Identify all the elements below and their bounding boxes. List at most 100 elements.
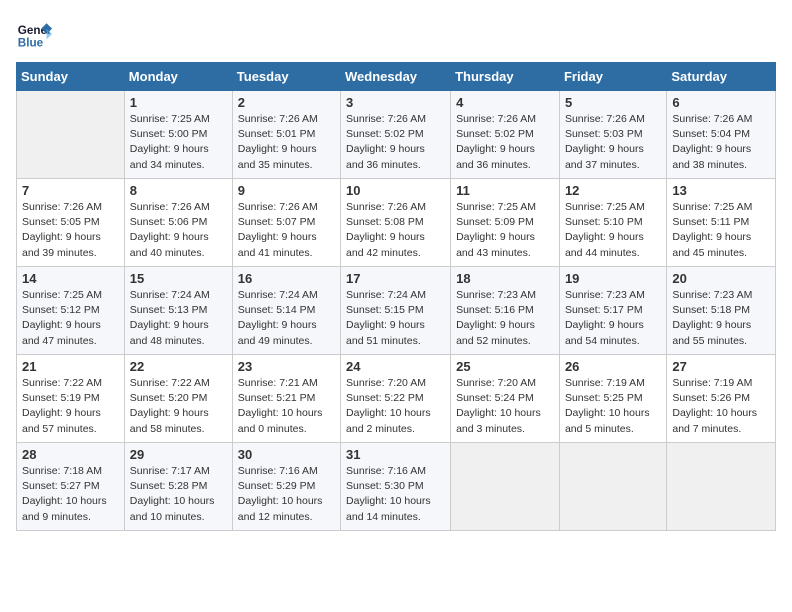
day-number: 2 [238,95,335,110]
calendar-cell: 9 Sunrise: 7:26 AM Sunset: 5:07 PM Daylig… [232,179,340,267]
day-detail: Sunrise: 7:24 AM Sunset: 5:15 PM Dayligh… [346,288,445,349]
day-detail: Sunrise: 7:24 AM Sunset: 5:13 PM Dayligh… [130,288,227,349]
day-number: 19 [565,271,661,286]
day-number: 13 [672,183,770,198]
day-detail: Sunrise: 7:23 AM Sunset: 5:18 PM Dayligh… [672,288,770,349]
calendar-cell: 10 Sunrise: 7:26 AM Sunset: 5:08 PM Dayli… [341,179,451,267]
calendar-cell: 26Sunrise: 7:19 AM Sunset: 5:25 PM Dayli… [559,355,666,443]
calendar-cell [559,443,666,531]
day-detail: Sunrise: 7:22 AM Sunset: 5:20 PM Dayligh… [130,376,227,437]
day-detail: Sunrise: 7:19 AM Sunset: 5:26 PM Dayligh… [672,376,770,437]
calendar-cell: 24 Sunrise: 7:20 AM Sunset: 5:22 PM Dayli… [341,355,451,443]
day-detail: Sunrise: 7:23 AM Sunset: 5:16 PM Dayligh… [456,288,554,349]
week-row-1: 1 Sunrise: 7:25 AM Sunset: 5:00 PM Daylig… [17,91,776,179]
day-number: 11 [456,183,554,198]
calendar-cell: 23 Sunrise: 7:21 AM Sunset: 5:21 PM Dayli… [232,355,340,443]
day-detail: Sunrise: 7:25 AM Sunset: 5:09 PM Dayligh… [456,200,554,261]
calendar-cell: 1 Sunrise: 7:25 AM Sunset: 5:00 PM Daylig… [124,91,232,179]
day-detail: Sunrise: 7:25 AM Sunset: 5:12 PM Dayligh… [22,288,119,349]
week-row-4: 21 Sunrise: 7:22 AM Sunset: 5:19 PM Dayli… [17,355,776,443]
calendar-cell: 7Sunrise: 7:26 AM Sunset: 5:05 PM Daylig… [17,179,125,267]
day-number: 6 [672,95,770,110]
calendar-cell: 17 Sunrise: 7:24 AM Sunset: 5:15 PM Dayli… [341,267,451,355]
day-detail: Sunrise: 7:26 AM Sunset: 5:02 PM Dayligh… [456,112,554,173]
calendar-cell: 16 Sunrise: 7:24 AM Sunset: 5:14 PM Dayli… [232,267,340,355]
calendar-cell: 8 Sunrise: 7:26 AM Sunset: 5:06 PM Daylig… [124,179,232,267]
col-header-friday: Friday [559,63,666,91]
page-header: General Blue [16,16,776,52]
day-number: 21 [22,359,119,374]
day-detail: Sunrise: 7:20 AM Sunset: 5:22 PM Dayligh… [346,376,445,437]
col-header-saturday: Saturday [667,63,776,91]
calendar-cell [451,443,560,531]
day-number: 15 [130,271,227,286]
calendar-cell: 14Sunrise: 7:25 AM Sunset: 5:12 PM Dayli… [17,267,125,355]
logo-icon: General Blue [16,16,52,52]
logo: General Blue [16,16,52,52]
calendar-cell: 21 Sunrise: 7:22 AM Sunset: 5:19 PM Dayli… [17,355,125,443]
day-number: 31 [346,447,445,462]
day-number: 5 [565,95,661,110]
calendar-cell: 25Sunrise: 7:20 AM Sunset: 5:24 PM Dayli… [451,355,560,443]
day-detail: Sunrise: 7:18 AM Sunset: 5:27 PM Dayligh… [22,464,119,525]
day-detail: Sunrise: 7:26 AM Sunset: 5:08 PM Dayligh… [346,200,445,261]
day-detail: Sunrise: 7:26 AM Sunset: 5:02 PM Dayligh… [346,112,445,173]
day-number: 10 [346,183,445,198]
week-row-3: 14Sunrise: 7:25 AM Sunset: 5:12 PM Dayli… [17,267,776,355]
day-detail: Sunrise: 7:26 AM Sunset: 5:07 PM Dayligh… [238,200,335,261]
calendar-cell: 30Sunrise: 7:16 AM Sunset: 5:29 PM Dayli… [232,443,340,531]
day-detail: Sunrise: 7:16 AM Sunset: 5:30 PM Dayligh… [346,464,445,525]
calendar-cell: 18 Sunrise: 7:23 AM Sunset: 5:16 PM Dayli… [451,267,560,355]
day-number: 26 [565,359,661,374]
calendar-cell: 3 Sunrise: 7:26 AM Sunset: 5:02 PM Daylig… [341,91,451,179]
day-number: 23 [238,359,335,374]
calendar-cell [667,443,776,531]
day-detail: Sunrise: 7:25 AM Sunset: 5:10 PM Dayligh… [565,200,661,261]
col-header-sunday: Sunday [17,63,125,91]
col-header-tuesday: Tuesday [232,63,340,91]
calendar-cell: 27Sunrise: 7:19 AM Sunset: 5:26 PM Dayli… [667,355,776,443]
day-detail: Sunrise: 7:25 AM Sunset: 5:00 PM Dayligh… [130,112,227,173]
day-number: 3 [346,95,445,110]
calendar-cell [17,91,125,179]
day-number: 24 [346,359,445,374]
day-number: 8 [130,183,227,198]
day-detail: Sunrise: 7:20 AM Sunset: 5:24 PM Dayligh… [456,376,554,437]
day-number: 4 [456,95,554,110]
day-number: 12 [565,183,661,198]
day-detail: Sunrise: 7:26 AM Sunset: 5:03 PM Dayligh… [565,112,661,173]
day-detail: Sunrise: 7:24 AM Sunset: 5:14 PM Dayligh… [238,288,335,349]
day-number: 30 [238,447,335,462]
calendar-cell: 4 Sunrise: 7:26 AM Sunset: 5:02 PM Daylig… [451,91,560,179]
day-number: 17 [346,271,445,286]
day-number: 28 [22,447,119,462]
calendar-header-row: SundayMondayTuesdayWednesdayThursdayFrid… [17,63,776,91]
day-number: 18 [456,271,554,286]
day-detail: Sunrise: 7:23 AM Sunset: 5:17 PM Dayligh… [565,288,661,349]
calendar-cell: 31 Sunrise: 7:16 AM Sunset: 5:30 PM Dayli… [341,443,451,531]
calendar-cell: 5 Sunrise: 7:26 AM Sunset: 5:03 PM Daylig… [559,91,666,179]
day-detail: Sunrise: 7:21 AM Sunset: 5:21 PM Dayligh… [238,376,335,437]
calendar-cell: 28 Sunrise: 7:18 AM Sunset: 5:27 PM Dayli… [17,443,125,531]
week-row-5: 28 Sunrise: 7:18 AM Sunset: 5:27 PM Dayli… [17,443,776,531]
day-detail: Sunrise: 7:26 AM Sunset: 5:04 PM Dayligh… [672,112,770,173]
calendar-cell: 22Sunrise: 7:22 AM Sunset: 5:20 PM Dayli… [124,355,232,443]
day-number: 1 [130,95,227,110]
day-detail: Sunrise: 7:26 AM Sunset: 5:06 PM Dayligh… [130,200,227,261]
col-header-monday: Monday [124,63,232,91]
calendar-cell: 29Sunrise: 7:17 AM Sunset: 5:28 PM Dayli… [124,443,232,531]
day-detail: Sunrise: 7:22 AM Sunset: 5:19 PM Dayligh… [22,376,119,437]
day-number: 9 [238,183,335,198]
calendar-cell: 15 Sunrise: 7:24 AM Sunset: 5:13 PM Dayli… [124,267,232,355]
calendar-cell: 19 Sunrise: 7:23 AM Sunset: 5:17 PM Dayli… [559,267,666,355]
col-header-wednesday: Wednesday [341,63,451,91]
calendar-cell: 11 Sunrise: 7:25 AM Sunset: 5:09 PM Dayli… [451,179,560,267]
col-header-thursday: Thursday [451,63,560,91]
svg-text:Blue: Blue [18,37,44,50]
calendar-cell: 12 Sunrise: 7:25 AM Sunset: 5:10 PM Dayli… [559,179,666,267]
day-number: 16 [238,271,335,286]
day-number: 20 [672,271,770,286]
calendar-cell: 20 Sunrise: 7:23 AM Sunset: 5:18 PM Dayli… [667,267,776,355]
day-number: 7 [22,183,119,198]
day-detail: Sunrise: 7:17 AM Sunset: 5:28 PM Dayligh… [130,464,227,525]
